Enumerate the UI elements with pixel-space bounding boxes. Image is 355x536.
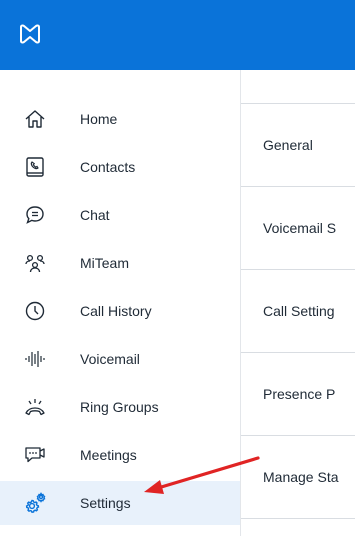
- voicemail-waveform-icon: [22, 346, 48, 372]
- sidebar-item-label: Chat: [80, 207, 110, 223]
- sidebar-item-contacts[interactable]: Contacts: [0, 145, 240, 189]
- sidebar-item-call-history[interactable]: Call History: [0, 289, 240, 333]
- settings-row-general[interactable]: General: [241, 104, 355, 187]
- sidebar-item-label: Meetings: [80, 447, 137, 463]
- settings-row-label: Voicemail S: [263, 220, 337, 236]
- sidebar-item-chat[interactable]: Chat: [0, 193, 240, 237]
- gear-icon: [22, 490, 48, 516]
- settings-row-call-settings[interactable]: Call Setting: [241, 270, 355, 353]
- sidebar-item-label: Settings: [80, 495, 131, 511]
- sidebar: Home Contacts Chat MiTeam Call History V…: [0, 70, 241, 536]
- settings-row-label: Presence P: [263, 386, 336, 402]
- settings-panel: General Voicemail S Call Setting Presenc…: [241, 70, 355, 536]
- sidebar-item-label: MiTeam: [80, 255, 130, 271]
- settings-row-label: Manage Sta: [263, 469, 339, 485]
- sidebar-item-label: Home: [80, 111, 118, 127]
- home-icon: [22, 106, 48, 132]
- sidebar-item-label: Call History: [80, 303, 152, 319]
- settings-header: [241, 70, 355, 104]
- settings-row-label: General: [263, 137, 313, 153]
- sidebar-item-settings[interactable]: Settings: [0, 481, 240, 525]
- sidebar-item-miteam[interactable]: MiTeam: [0, 241, 240, 285]
- meetings-icon: [22, 442, 48, 468]
- sidebar-item-home[interactable]: Home: [0, 97, 240, 141]
- ring-groups-icon: [22, 394, 48, 420]
- settings-row-voicemail[interactable]: Voicemail S: [241, 187, 355, 270]
- sidebar-item-voicemail[interactable]: Voicemail: [0, 337, 240, 381]
- chat-icon: [22, 202, 48, 228]
- team-icon: [22, 250, 48, 276]
- sidebar-item-label: Contacts: [80, 159, 136, 175]
- settings-row-presence[interactable]: Presence P: [241, 353, 355, 436]
- sidebar-item-label: Voicemail: [80, 351, 140, 367]
- mitel-logo-icon[interactable]: [18, 24, 42, 44]
- sidebar-item-label: Ring Groups: [80, 399, 159, 415]
- top-bar: [0, 0, 355, 70]
- sidebar-item-meetings[interactable]: Meetings: [0, 433, 240, 477]
- settings-row-label: Call Setting: [263, 303, 335, 319]
- settings-row-manage-status[interactable]: Manage Sta: [241, 436, 355, 519]
- sidebar-item-ring-groups[interactable]: Ring Groups: [0, 385, 240, 429]
- contacts-icon: [22, 154, 48, 180]
- clock-icon: [22, 298, 48, 324]
